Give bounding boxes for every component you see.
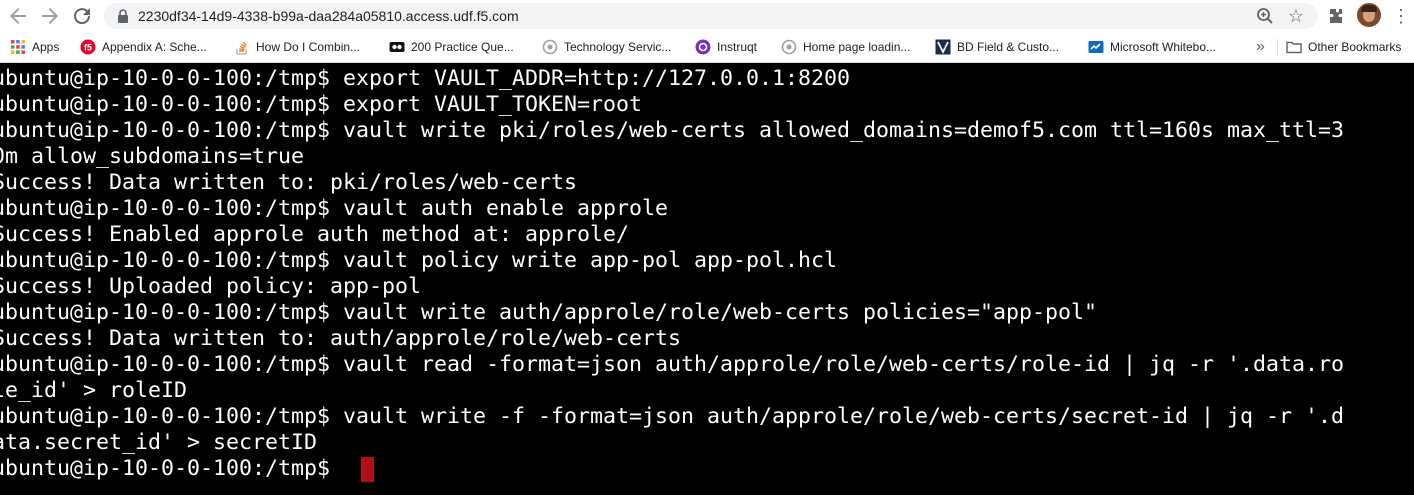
stack-overflow-icon	[236, 41, 247, 55]
profile-avatar[interactable]	[1357, 3, 1381, 27]
svg-text:f5: f5	[84, 43, 92, 53]
terminal-line: Success! Data written to: pki/roles/web-…	[0, 170, 578, 195]
terminal-line: ubuntu@ip-10-0-0-100:/tmp$ vault write p…	[0, 118, 1345, 143]
video-icon	[389, 42, 405, 52]
browser-toolbar: 2230df34-14d9-4338-b99a-daa284a05810.acc…	[0, 0, 1414, 32]
bd-icon	[935, 39, 951, 55]
terminal-line: ubuntu@ip-10-0-0-100:/tmp$ vault policy …	[0, 248, 838, 273]
terminal-line: ubuntu@ip-10-0-0-100:/tmp$ export VAULT_…	[0, 92, 643, 117]
menu-kebab-icon[interactable]: ⋮	[1392, 4, 1410, 28]
terminal-line: ubuntu@ip-10-0-0-100:/tmp$ vault auth en…	[0, 196, 669, 221]
back-arrow-icon[interactable]	[6, 4, 30, 28]
bookmarks-overflow-button[interactable]: »	[1256, 32, 1265, 62]
terminal-line: ubuntu@ip-10-0-0-100:/tmp$ vault write a…	[0, 300, 1098, 325]
terminal-line: 0m allow_subdomains=true	[0, 144, 305, 169]
bookmarks-bar: Apps f5 Appendix A: Sche... How Do I Com…	[0, 32, 1414, 63]
address-bar[interactable]: 2230df34-14d9-4338-b99a-daa284a05810.acc…	[104, 3, 1318, 29]
terminal-line: ubuntu@ip-10-0-0-100:/tmp$ export VAULT_…	[0, 66, 851, 91]
bookmark-star-icon[interactable]: ☆	[1288, 5, 1304, 27]
terminal-line: Success! Data written to: auth/approle/r…	[0, 326, 682, 351]
lock-icon	[118, 9, 128, 23]
url-text[interactable]: 2230df34-14d9-4338-b99a-daa284a05810.acc…	[138, 3, 519, 29]
terminal-window[interactable]: ubuntu@ip-10-0-0-100:/tmp$ export VAULT_…	[0, 63, 1414, 495]
folder-icon	[1286, 41, 1302, 54]
terminal-line: Success! Enabled approle auth method at:…	[0, 222, 630, 247]
whiteboard-icon	[1088, 41, 1104, 53]
terminal-line: Success! Uploaded policy: app-pol	[0, 274, 422, 299]
terminal-prompt-line: ubuntu@ip-10-0-0-100:/tmp$	[0, 456, 344, 481]
forward-arrow-icon[interactable]	[38, 4, 62, 28]
terminal-cursor	[361, 457, 374, 482]
terminal-line: ata.secret_id' > secretID	[0, 430, 318, 455]
bookmarks-divider	[1277, 39, 1278, 55]
extensions-puzzle-icon[interactable]	[1326, 6, 1346, 26]
globe-icon	[781, 39, 797, 55]
reload-icon[interactable]	[70, 4, 94, 28]
terminal-line: le_id' > roleID	[0, 378, 188, 403]
globe-icon	[542, 39, 558, 55]
instruqt-icon	[695, 39, 711, 55]
f5-logo-icon: f5	[80, 39, 96, 55]
apps-grid-icon	[11, 40, 25, 54]
zoom-icon[interactable]	[1256, 7, 1274, 25]
terminal-line: ubuntu@ip-10-0-0-100:/tmp$ vault write -…	[0, 404, 1345, 429]
terminal-line: ubuntu@ip-10-0-0-100:/tmp$ vault read -f…	[0, 352, 1345, 377]
